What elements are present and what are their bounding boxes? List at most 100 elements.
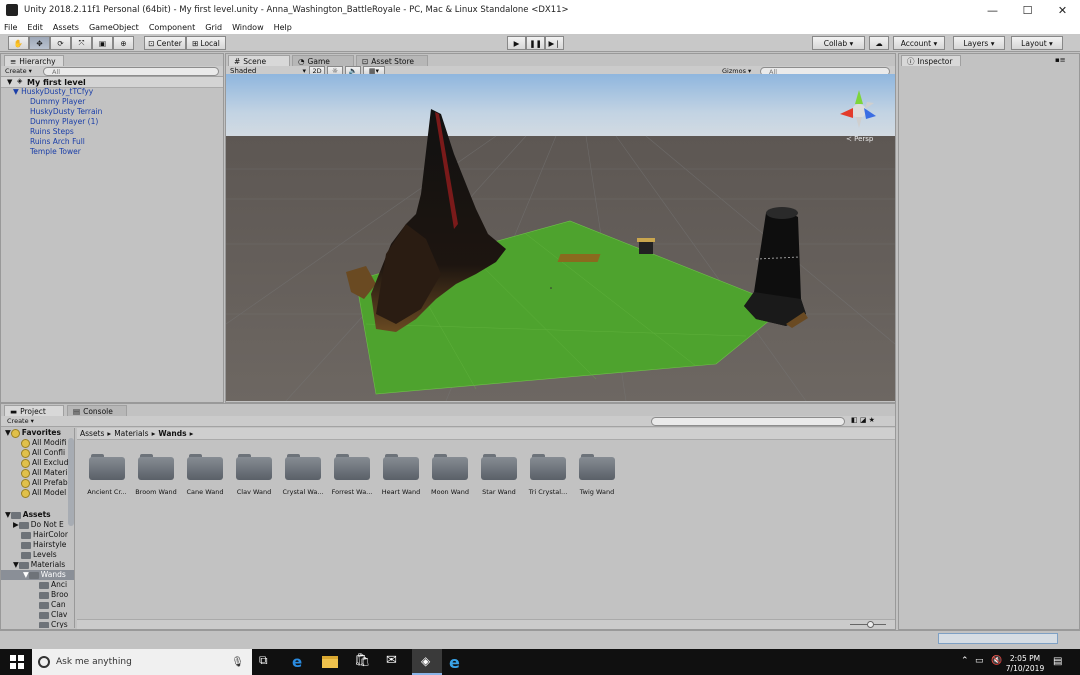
menu-help[interactable]: Help <box>274 23 292 32</box>
pivot-center-button[interactable]: ⊡ Center <box>144 36 186 50</box>
expand-arrow-icon[interactable]: ▼ <box>7 78 12 86</box>
favorite-item[interactable]: All Materi <box>21 468 67 478</box>
favorite-item[interactable]: All Prefab <box>21 478 68 488</box>
menu-file[interactable]: File <box>4 23 17 32</box>
file-explorer-icon[interactable] <box>322 653 340 671</box>
favorite-item[interactable]: All Modifi <box>21 438 66 448</box>
asset-folder-item[interactable]: HairColor <box>21 530 68 540</box>
asset-folder-item[interactable]: Anci <box>39 580 67 590</box>
scene-render[interactable] <box>226 74 895 401</box>
asset-folder-item[interactable]: Clav <box>39 610 67 620</box>
project-search-input[interactable] <box>651 417 845 426</box>
notifications-icon[interactable]: ▤ <box>1053 656 1062 667</box>
layers-button[interactable]: Layers ▾ <box>953 36 1005 50</box>
asset-label[interactable]: Twig Wand <box>571 488 623 496</box>
project-create-button[interactable]: Create ▾ <box>7 417 34 425</box>
pause-button[interactable]: ❚❚ <box>526 36 545 50</box>
tab-console[interactable]: ▤ Console <box>67 405 127 416</box>
projection-label[interactable]: ≺ Persp <box>846 135 873 143</box>
rotate-tool-icon[interactable]: ⟳ <box>50 36 71 50</box>
panel-menu-icon[interactable]: ▪≡ <box>1055 56 1066 64</box>
scene-viewport[interactable]: ≺ Persp <box>226 74 895 401</box>
transform-tool-icon[interactable]: ⊕ <box>113 36 134 50</box>
favorites-header[interactable]: ▼ Favorites <box>5 428 61 438</box>
taskbar-search-box[interactable]: Ask me anything 🎙 <box>32 649 252 675</box>
hierarchy-item[interactable]: Dummy Player <box>30 97 85 107</box>
folder-icon[interactable] <box>89 454 125 480</box>
breadcrumb-assets[interactable]: Assets <box>80 429 104 438</box>
asset-label[interactable]: Moon Wand <box>424 488 476 496</box>
play-button[interactable]: ▶ <box>507 36 526 50</box>
tab-hierarchy[interactable]: ≡ Hierarchy <box>4 55 64 66</box>
menu-component[interactable]: Component <box>149 23 195 32</box>
edge-browser-icon[interactable]: e <box>292 653 310 671</box>
menu-edit[interactable]: Edit <box>27 23 43 32</box>
task-view-icon[interactable]: ⧉ <box>259 653 277 671</box>
favorite-item[interactable]: All Exclud <box>21 458 68 468</box>
scale-tool-icon[interactable]: ⤧ <box>71 36 92 50</box>
cloud-button[interactable]: ☁ <box>869 36 889 50</box>
asset-folder-item[interactable]: ▶ Do Not E <box>13 520 64 530</box>
asset-label[interactable]: Star Wand <box>473 488 525 496</box>
hierarchy-item[interactable]: HuskyDusty Terrain <box>30 107 102 117</box>
folder-icon[interactable] <box>579 454 615 480</box>
layout-button[interactable]: Layout ▾ <box>1011 36 1063 50</box>
tab-project[interactable]: ▬ Project <box>4 405 64 416</box>
account-button[interactable]: Account ▾ <box>893 36 945 50</box>
rect-tool-icon[interactable]: ▣ <box>92 36 113 50</box>
hierarchy-item[interactable]: Ruins Arch Full <box>30 137 85 147</box>
store-icon[interactable]: 🛍 <box>354 653 372 671</box>
asset-label[interactable]: Broom Wand <box>130 488 182 496</box>
folder-icon[interactable] <box>530 454 566 480</box>
asset-folder-item[interactable]: Hairstyle <box>21 540 66 550</box>
minimize-button[interactable]: — <box>975 0 1010 20</box>
tab-inspector[interactable]: ⓘ Inspector <box>901 55 961 66</box>
folder-icon[interactable] <box>187 454 223 480</box>
asset-label[interactable]: Crystal Wa... <box>277 488 329 496</box>
asset-folder-item[interactable]: Levels <box>21 550 57 560</box>
close-button[interactable]: ✕ <box>1045 0 1080 20</box>
asset-label[interactable]: Clav Wand <box>228 488 280 496</box>
microphone-icon[interactable]: 🎙 <box>231 657 244 668</box>
menu-gameobject[interactable]: GameObject <box>89 23 139 32</box>
hierarchy-create-button[interactable]: Create ▾ <box>5 67 32 75</box>
taskbar-clock[interactable]: 2:05 PM 7/10/2019 <box>1005 654 1045 674</box>
hierarchy-item[interactable]: Ruins Steps <box>30 127 74 137</box>
asset-folder-item[interactable]: ▼ Materials <box>13 560 65 570</box>
hierarchy-search-input[interactable]: All <box>43 67 219 76</box>
folder-icon[interactable] <box>285 454 321 480</box>
zoom-slider-handle[interactable] <box>867 621 874 628</box>
asset-folder-item[interactable]: Crys <box>39 620 68 628</box>
assets-header[interactable]: ▼ Assets <box>5 510 51 520</box>
tray-chevron-icon[interactable]: ⌃ <box>961 656 969 666</box>
volume-muted-icon[interactable]: 🔇 <box>991 656 1002 666</box>
breadcrumb-wands[interactable]: Wands <box>158 429 186 438</box>
folder-icon[interactable] <box>138 454 174 480</box>
breadcrumb-materials[interactable]: Materials <box>114 429 148 438</box>
move-tool-icon[interactable]: ✥ <box>29 36 50 50</box>
tab-asset-store[interactable]: ⊡ Asset Store <box>356 55 428 66</box>
hierarchy-item[interactable]: Dummy Player (1) <box>30 117 98 127</box>
asset-label[interactable]: Ancient Cr... <box>81 488 133 496</box>
space-local-button[interactable]: ⊞ Local <box>186 36 226 50</box>
folder-icon[interactable] <box>236 454 272 480</box>
filter-type-icon[interactable]: ◧ ◪ ★ <box>851 416 875 424</box>
ie-browser-icon[interactable]: e <box>449 653 467 672</box>
tab-game[interactable]: ◔ Game <box>292 55 354 66</box>
menu-window[interactable]: Window <box>232 23 264 32</box>
asset-label[interactable]: Tri Crystal... <box>522 488 574 496</box>
unity-taskbar-button[interactable]: ◈ <box>412 649 442 675</box>
scene-orientation-gizmo[interactable] <box>834 86 884 136</box>
asset-label[interactable]: Cane Wand <box>179 488 231 496</box>
tree-scrollbar[interactable] <box>68 438 74 526</box>
asset-folder-item-selected[interactable]: ▼ Wands <box>1 570 74 580</box>
menu-grid[interactable]: Grid <box>205 23 222 32</box>
favorite-item[interactable]: All Model <box>21 488 66 498</box>
step-button[interactable]: ▶❘ <box>545 36 564 50</box>
asset-folder-item[interactable]: Broo <box>39 590 68 600</box>
folder-icon[interactable] <box>383 454 419 480</box>
asset-label[interactable]: Heart Wand <box>375 488 427 496</box>
maximize-button[interactable]: ☐ <box>1010 0 1045 20</box>
windows-start-icon[interactable] <box>10 655 24 669</box>
folder-icon[interactable] <box>334 454 370 480</box>
